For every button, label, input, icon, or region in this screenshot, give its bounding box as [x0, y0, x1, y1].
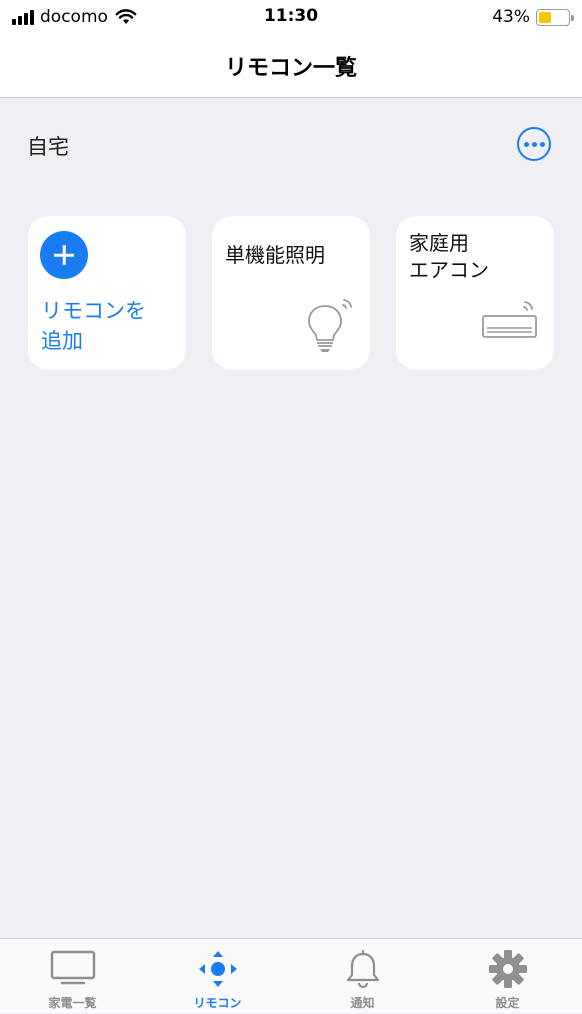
tab-settings[interactable]: 設定 — [435, 939, 580, 1014]
tv-icon — [50, 950, 95, 985]
tab-label: 家電一覧 — [48, 996, 97, 1010]
battery-icon — [536, 8, 574, 26]
tab-label: 設定 — [495, 996, 520, 1010]
tab-bar: 家電一覧 リモコン 通知 設定 — [0, 938, 582, 1013]
page-title: リモコン一覧 — [224, 56, 357, 81]
ellipsis-dot — [539, 141, 545, 147]
remote-card-aircon[interactable]: 家庭用 エアコン — [396, 216, 554, 370]
tab-devices[interactable]: 家電一覧 — [0, 939, 145, 1014]
bell-icon — [346, 949, 379, 989]
add-remote-label: リモコンを 追加 — [41, 299, 146, 353]
light-bulb-icon — [308, 299, 352, 352]
tab-label: リモコン — [193, 996, 242, 1010]
add-remote-card[interactable]: リモコンを 追加 — [28, 216, 186, 370]
remote-card-label: 単機能照明 — [225, 243, 325, 267]
tab-remote[interactable]: リモコン — [145, 939, 290, 1014]
section-header: 自宅 — [0, 98, 582, 188]
remote-card-light[interactable]: 単機能照明 — [212, 216, 370, 370]
navigation-bar: リモコン一覧 — [0, 36, 582, 98]
air-conditioner-icon — [482, 301, 537, 338]
battery-percent: 43% — [492, 7, 530, 27]
ellipsis-dot — [531, 141, 537, 147]
tab-notifications[interactable]: 通知 — [290, 939, 435, 1014]
remote-card-label: 家庭用 エアコン — [409, 231, 489, 282]
battery-fill — [539, 11, 552, 23]
dpad-icon — [198, 951, 237, 987]
gear-icon — [488, 950, 527, 988]
ellipsis-dot — [523, 141, 529, 147]
section-title: 自宅 — [27, 135, 69, 159]
plus-circle-icon — [40, 231, 88, 279]
tab-label: 通知 — [350, 996, 375, 1010]
status-bar: docomo 11:30 43% — [0, 0, 582, 36]
battery-info: 43% — [492, 7, 574, 27]
more-options-button[interactable] — [517, 127, 551, 161]
